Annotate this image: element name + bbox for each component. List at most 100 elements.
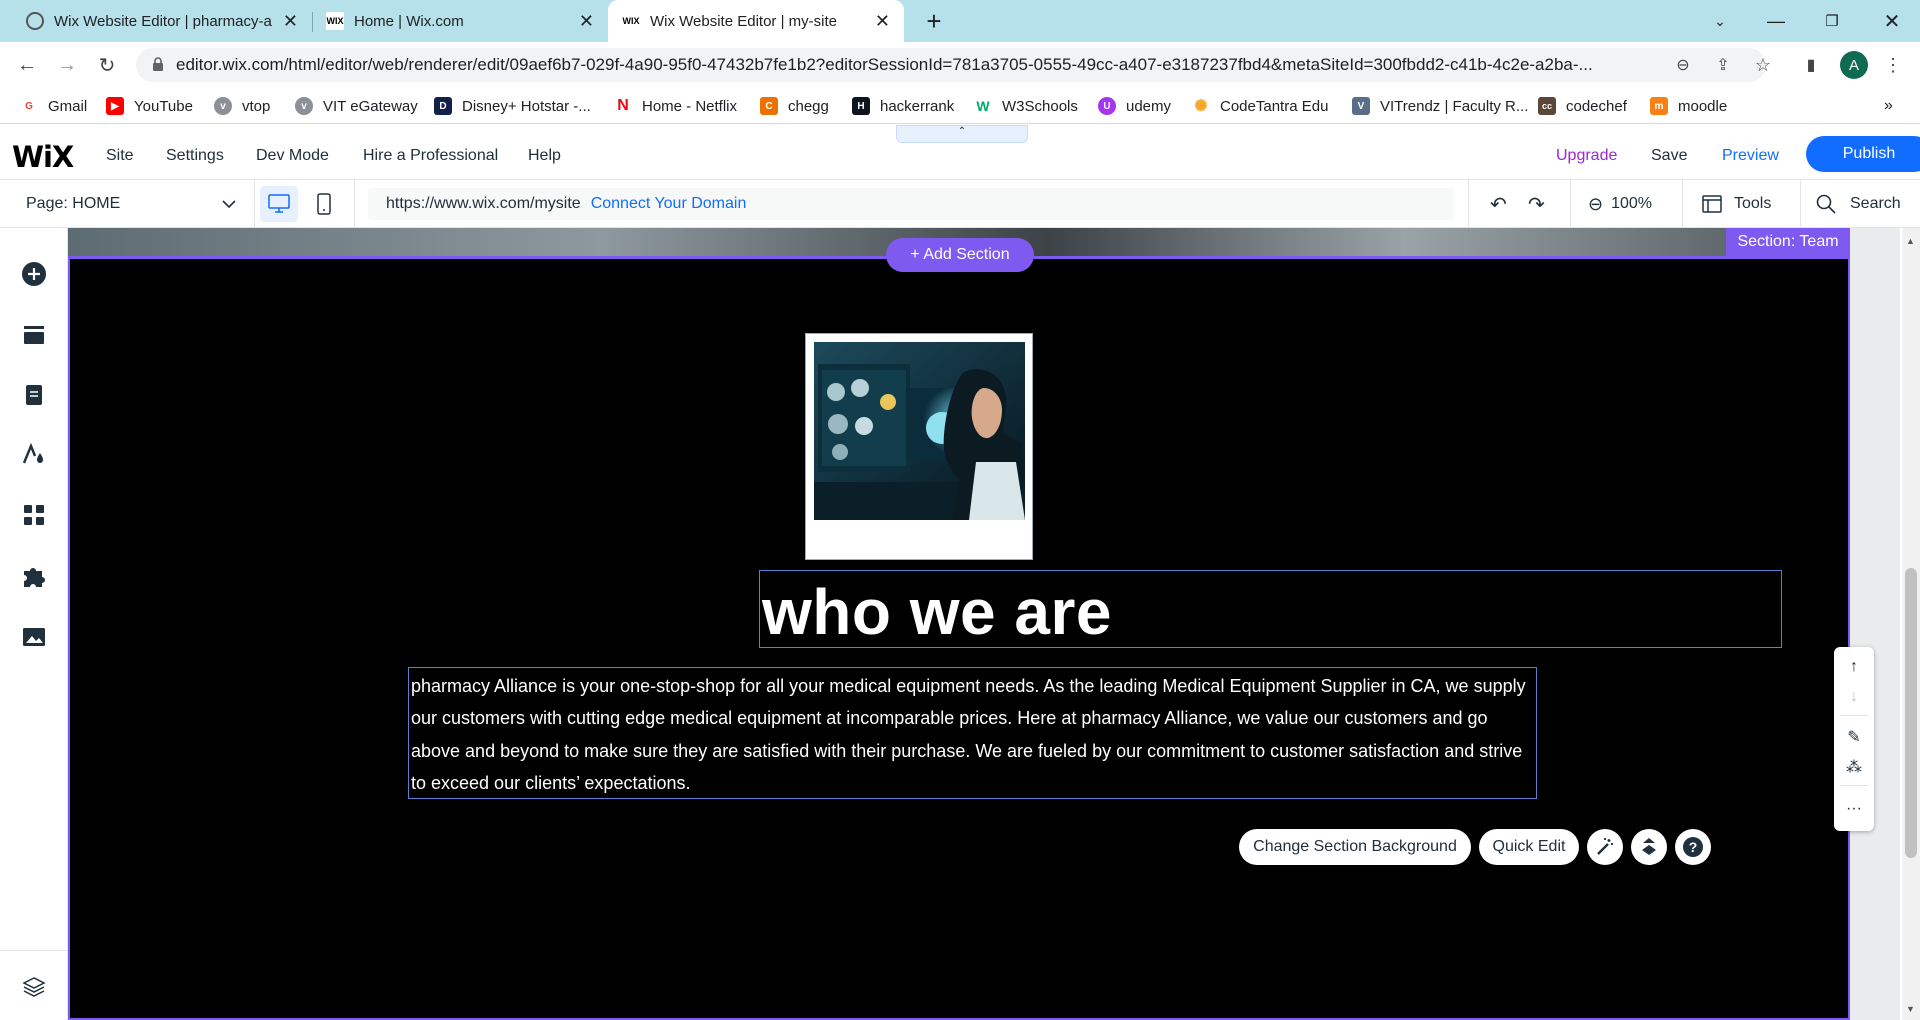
menu-dev-mode[interactable]: Dev Mode [256,132,329,180]
scroll-down-icon[interactable]: ▼ [1906,1004,1915,1014]
browser-tab[interactable]: Wix Website Editor | pharmacy-a ✕ [12,0,312,42]
close-window-icon[interactable]: ✕ [1864,0,1920,42]
heading-text-box[interactable]: who we are [759,570,1782,648]
bookmark-codechef[interactable]: cc codechef [1538,96,1627,116]
arrange-button[interactable] [1631,829,1667,865]
close-tab-icon[interactable]: ✕ [283,11,298,32]
puzzle-icon [24,568,45,587]
close-tab-icon[interactable]: ✕ [875,11,890,32]
bookmark-hotstar[interactable]: D Disney+ Hotstar -... [434,96,591,116]
zoom-out-icon: ⊖ [1588,193,1604,214]
undo-icon[interactable]: ↶ [1490,180,1507,228]
address-bar[interactable]: editor.wix.com/html/editor/web/renderer/… [136,48,1766,82]
share-icon[interactable]: ⇪ [1708,50,1738,80]
site-url-bar[interactable]: https://www.wix.com/mysite Connect Your … [368,188,1454,220]
doctor-monitor-image [814,342,1025,520]
team-photo-frame[interactable] [805,333,1033,560]
bookmark-codetantra[interactable]: ✺ CodeTantra Edu [1192,96,1328,116]
menu-help[interactable]: Help [528,132,561,180]
sections-button[interactable] [19,320,49,350]
edit-pencil-icon[interactable]: ✎ [1842,725,1866,749]
divider [1840,785,1868,786]
restore-icon[interactable]: ❐ [1804,0,1860,42]
quick-edit-button[interactable]: Quick Edit [1479,829,1579,865]
tools-button[interactable]: Tools [1702,180,1771,228]
bookmark-chegg[interactable]: Cchegg [760,96,829,116]
apps-button[interactable] [19,500,49,530]
search-button[interactable]: Search [1816,180,1901,228]
move-down-icon[interactable]: ↓ [1842,685,1866,709]
bookmark-vit-egateway[interactable]: v VIT eGateway [295,96,418,116]
design-wand-icon[interactable]: ⁂ [1842,755,1866,779]
bookmark-vtop[interactable]: v vtop [214,96,270,116]
about-paragraph: pharmacy Alliance is your one-stop-shop … [411,676,1526,794]
menu-site[interactable]: Site [106,132,134,180]
help-button[interactable]: ? [1675,829,1711,865]
moodle-icon: m [1650,97,1668,115]
divider [1800,180,1801,228]
save-button[interactable]: Save [1651,132,1687,180]
chegg-icon: C [760,97,778,115]
side-panel-icon[interactable]: ▮ [1796,50,1826,80]
connect-domain-link[interactable]: Connect Your Domain [591,195,747,213]
move-up-icon[interactable]: ↑ [1842,655,1866,679]
scroll-up-icon[interactable]: ▲ [1906,236,1915,246]
browser-tab[interactable]: WIX Home | Wix.com ✕ [312,0,608,42]
publish-button[interactable]: Publish [1806,136,1920,172]
youtube-icon: ▶ [106,97,124,115]
menu-settings[interactable]: Settings [166,132,224,180]
browser-toolbar: ← → ↻ editor.wix.com/html/editor/web/ren… [0,42,1920,88]
page-selector[interactable]: Page: HOME [26,180,236,228]
divider [1682,180,1683,228]
zoom-icon[interactable]: ⊖ [1668,50,1698,80]
animation-button[interactable] [1587,829,1623,865]
paragraph-text-box[interactable]: pharmacy Alliance is your one-stop-shop … [408,667,1537,799]
scroll-thumb[interactable] [1905,568,1917,858]
change-section-background-button[interactable]: Change Section Background [1239,829,1471,865]
layers-button[interactable] [19,972,49,1002]
preview-button[interactable]: Preview [1722,132,1779,180]
forward-icon[interactable]: → [52,50,82,80]
back-icon[interactable]: ← [12,50,42,80]
pages-button[interactable] [19,380,49,410]
bookmark-youtube[interactable]: ▶ YouTube [106,96,193,116]
add-section-button[interactable]: + Add Section [886,238,1034,272]
tab-search-icon[interactable]: ⌄ [1692,0,1748,42]
more-bookmarks-icon[interactable]: » [1884,96,1893,116]
section-label[interactable]: Section: Team [1726,228,1850,256]
upgrade-link[interactable]: Upgrade [1556,132,1617,180]
desktop-view-button[interactable] [260,186,298,222]
business-apps-button[interactable] [19,562,49,592]
bookmark-vitrendz[interactable]: V VITrendz | Faculty R... [1352,96,1528,116]
bookmark-hackerrank[interactable]: Hhackerrank [852,96,954,116]
bookmark-w3schools[interactable]: W W3Schools [974,96,1078,116]
bookmarks-bar: G Gmail ▶ YouTube v vtop v VIT eGateway D Dis… [0,88,1920,124]
bookmark-moodle[interactable]: m moodle [1650,96,1727,116]
bookmark-star-icon[interactable]: ☆ [1748,50,1778,80]
zoom-level: 100% [1611,195,1653,212]
more-menu-icon[interactable]: ⋮ [1878,50,1908,80]
collapse-toolbar-handle[interactable]: ⌃ [896,125,1028,143]
browser-tab-strip: Wix Website Editor | pharmacy-a ✕ WIX Ho… [0,0,1920,42]
menu-hire-professional[interactable]: Hire a Professional [363,132,498,180]
profile-avatar[interactable]: A [1840,51,1868,79]
add-elements-button[interactable] [19,259,49,289]
more-actions-icon[interactable]: ··· [1842,797,1866,821]
browser-tab-active[interactable]: WIX Wix Website Editor | my-site ✕ [608,0,904,42]
media-button[interactable] [19,622,49,652]
vtop-icon: v [214,97,232,115]
close-tab-icon[interactable]: ✕ [579,11,594,32]
theme-button[interactable] [19,440,49,470]
redo-icon[interactable]: ↷ [1528,180,1545,228]
zoom-control[interactable]: ⊖ 100% [1588,180,1652,228]
wix-logo[interactable]: WiX [12,140,74,174]
canvas-scrollbar[interactable]: ▲ ▼ [1902,228,1920,1020]
bookmark-netflix[interactable]: N Home - Netflix [614,96,737,116]
hotstar-icon: D [434,97,452,115]
bookmark-udemy[interactable]: Uudemy [1098,96,1171,116]
new-tab-button[interactable]: + [906,0,962,42]
mobile-view-button[interactable] [305,186,343,222]
minimize-icon[interactable]: — [1748,0,1804,42]
reload-icon[interactable]: ↻ [92,50,122,80]
bookmark-gmail[interactable]: G Gmail [20,96,87,116]
